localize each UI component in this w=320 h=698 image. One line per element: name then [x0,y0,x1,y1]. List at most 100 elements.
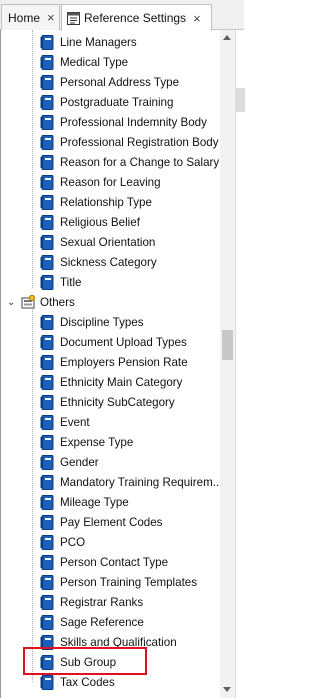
tree-item-label: Title [60,275,82,289]
book-icon [40,334,54,350]
tree-group-label: Others [40,295,75,309]
tree-item-label: Reason for a Change to Salary [60,155,220,169]
reference-tree-panel: Line Managers Medical Type Personal Addres… [0,30,244,698]
expand-chevron-icon[interactable]: ⌄ [7,297,17,308]
tree-item[interactable]: Tax Codes [40,672,115,692]
book-icon [40,554,54,570]
tab-home-close-icon[interactable]: × [47,11,55,24]
tree-item-label: Gender [60,455,99,469]
tree-item-label: Registrar Ranks [60,595,144,609]
tree-item-label: Ethnicity SubCategory [60,395,175,409]
right-edge-strip [235,30,245,698]
book-icon [40,54,54,70]
book-icon [40,154,54,170]
right-edge-divider [236,88,245,112]
book-icon [40,234,54,250]
book-icon [40,594,54,610]
tree-item[interactable]: Mandatory Training Requirem... [40,472,222,492]
book-icon [40,394,54,410]
tree-item[interactable]: Relationship Type [40,192,152,212]
scrollbar-thumb[interactable] [222,330,233,360]
tree-item[interactable]: Expense Type [40,432,133,452]
tree-item[interactable]: Document Upload Types [40,332,187,352]
tree-guide-line [32,30,33,288]
tree-item-label: Tax Codes [60,675,115,689]
tree-item-label: Pay Element Codes [60,515,163,529]
tree-item[interactable]: Medical Type [40,52,128,72]
tree-item[interactable]: Sexual Orientation [40,232,155,252]
tree-item-label: Line Managers [60,35,137,49]
book-icon [40,494,54,510]
tree-item[interactable]: Ethnicity Main Category [40,372,182,392]
book-icon [40,314,54,330]
tree-item-label: Sage Reference [60,615,144,629]
book-icon [40,214,54,230]
tree-item[interactable]: Line Managers [40,32,137,52]
tree-item-label: Document Upload Types [60,335,187,349]
tree-item-label: Personal Address Type [60,75,180,89]
folder-icon [21,295,35,309]
book-icon [40,174,54,190]
book-icon [40,474,54,490]
tree-item[interactable]: Person Contact Type [40,552,168,572]
tree-item-label: Religious Belief [60,215,140,229]
tree-item[interactable]: Title [40,272,81,292]
tree-item[interactable]: Ethnicity SubCategory [40,392,175,412]
tree-item-label: Employers Pension Rate [60,355,188,369]
book-icon [40,254,54,270]
tree-item[interactable]: Reason for a Change to Salary [40,152,219,172]
tree-item[interactable]: Postgraduate Training [40,92,173,112]
book-icon [40,74,54,90]
tree-item-label: Event [60,415,90,429]
highlight-box [23,647,147,675]
tree-item[interactable]: Gender [40,452,99,472]
book-icon [40,514,54,530]
tree-item-label: Medical Type [60,55,129,69]
tree-item[interactable]: PCO [40,532,85,552]
tab-home[interactable]: Home × [1,4,60,30]
tree-item[interactable]: Professional Indemnity Body [40,112,207,132]
tree-item-label: Relationship Type [60,195,152,209]
book-icon [40,574,54,590]
tree-item[interactable]: Pay Element Codes [40,512,162,532]
tree-item[interactable]: Reason for Leaving [40,172,161,192]
tree-item-label: Expense Type [60,435,134,449]
book-icon [40,34,54,50]
tree-item-label: Professional Indemnity Body [60,115,207,129]
tree-item-label: Professional Registration Body [60,135,219,149]
tree-item[interactable]: Discipline Types [40,312,144,332]
book-icon [40,434,54,450]
settings-document-icon [67,11,80,25]
tree-item[interactable]: Personal Address Type [40,72,179,92]
book-icon [40,194,54,210]
tree-item-label: PCO [60,535,86,549]
tree-item-label: Person Training Templates [60,575,198,589]
tab-reference-settings[interactable]: Reference Settings × [61,4,212,31]
book-icon [40,134,54,150]
tab-reference-settings-close-icon[interactable]: × [193,12,201,25]
scroll-up-arrow-icon[interactable] [223,35,231,40]
tree-item[interactable]: Event [40,412,90,432]
tree-item-label: Reason for Leaving [60,175,161,189]
tree-item-label: Sickness Category [60,255,157,269]
tree-item-label: Postgraduate Training [60,95,174,109]
book-icon [40,414,54,430]
tree-item[interactable]: Professional Registration Body [40,132,219,152]
book-icon [40,614,54,630]
scroll-down-arrow-icon[interactable] [223,687,231,692]
book-icon [40,454,54,470]
tree-item[interactable]: Registrar Ranks [40,592,143,612]
tree-group-others[interactable]: ⌄ Others [7,292,75,312]
vertical-scrollbar[interactable] [220,30,235,698]
tree-item-label: Discipline Types [60,315,144,329]
tree-item[interactable]: Sickness Category [40,252,157,272]
tree-item[interactable]: Sage Reference [40,612,144,632]
tree-item-label: Mileage Type [60,495,129,509]
tree-item[interactable]: Religious Belief [40,212,140,232]
book-icon [40,114,54,130]
tree-item[interactable]: Mileage Type [40,492,129,512]
tree-item[interactable]: Person Training Templates [40,572,197,592]
tree-item[interactable]: Employers Pension Rate [40,352,188,372]
book-icon [40,534,54,550]
tree-item-label: Sexual Orientation [60,235,156,249]
